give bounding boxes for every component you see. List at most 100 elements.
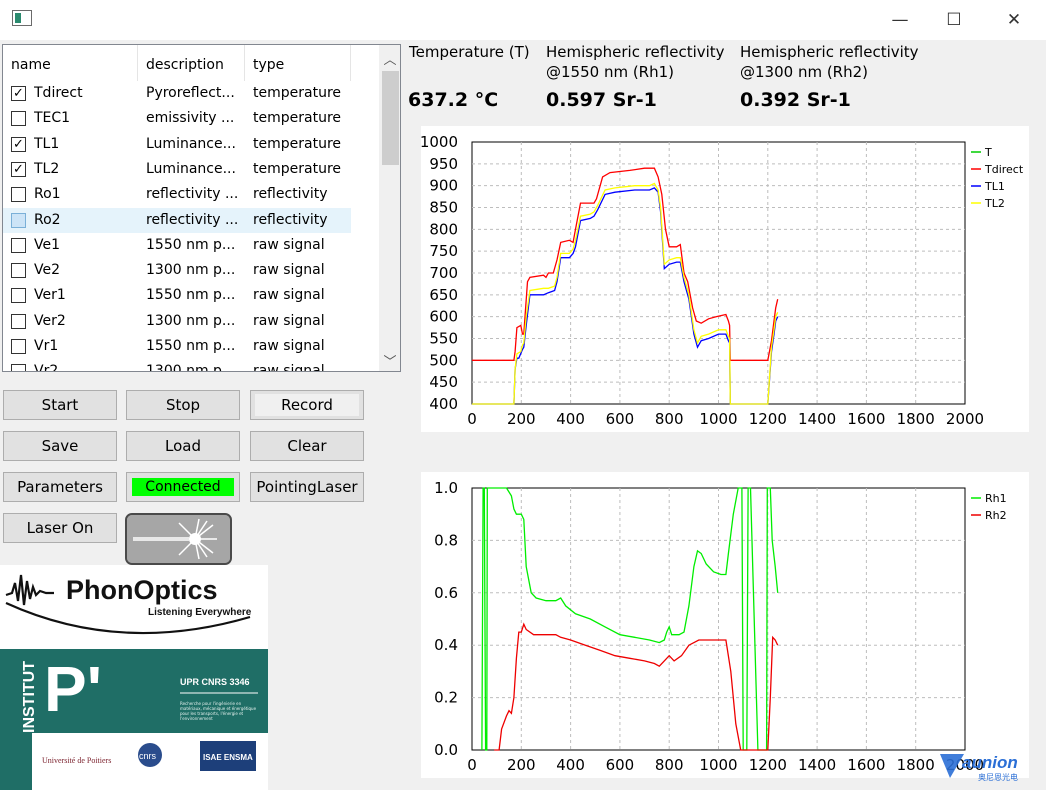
- visibility-checkbox[interactable]: [11, 111, 26, 127]
- visibility-checkbox[interactable]: [11, 187, 26, 203]
- scroll-thumb[interactable]: [382, 71, 399, 165]
- institut-letter: P': [44, 653, 102, 725]
- legend-label-rh1: Rh1: [985, 492, 1007, 505]
- temperature-chart-svg: 0 200 400 600 800 1000 1200 1400 1600 1800 2000 400…: [420, 133, 1024, 428]
- visibility-checkbox[interactable]: [11, 237, 26, 253]
- list-scrollbar[interactable]: ︿ ﹀: [379, 45, 400, 371]
- visibility-checkbox[interactable]: [11, 212, 26, 228]
- channel-list[interactable]: name description type ✓ Tdirect Pyroreflec…: [2, 44, 401, 372]
- item-type: raw signal: [253, 363, 325, 372]
- y-tick-label: 1.0: [434, 479, 458, 497]
- reflectivity-chart-svg: 0 200 400 600 800 1000 1200 1400 1600 1800 20000.0…: [434, 479, 1007, 774]
- y-tick-label: 1000: [421, 133, 458, 151]
- item-description: Pyroreflect...: [146, 85, 235, 101]
- x-tick-label: 1600: [847, 410, 885, 428]
- item-type: raw signal: [253, 262, 325, 279]
- item-type: temperature: [253, 85, 341, 101]
- load-button[interactable]: Load: [126, 431, 240, 461]
- list-item-ro2[interactable]: Ro2 reflectivity ... reflectivity: [3, 207, 379, 233]
- x-tick-label: 1800: [897, 756, 935, 774]
- visibility-checkbox[interactable]: [11, 263, 26, 279]
- record-button[interactable]: Record: [250, 390, 364, 420]
- clear-button[interactable]: Clear: [250, 431, 364, 461]
- x-tick-label: 1600: [847, 756, 885, 774]
- visibility-checkbox[interactable]: [11, 339, 26, 354]
- list-item-tl1[interactable]: ✓ TL1 Luminance... temperature: [3, 132, 379, 157]
- x-tick-label: 0: [467, 756, 477, 774]
- visibility-checkbox[interactable]: [11, 288, 26, 304]
- phonoptics-logo: PhonOptics Listening Everywhere: [0, 565, 268, 649]
- scroll-down-icon[interactable]: ﹀: [379, 351, 400, 371]
- list-item-vr2[interactable]: Vr2 1300 nm p... raw signal: [3, 359, 379, 372]
- x-tick-label: 800: [655, 410, 684, 428]
- y-tick-label: 700: [429, 264, 458, 282]
- item-description: 1550 nm p...: [146, 338, 236, 354]
- visibility-checkbox[interactable]: ✓: [11, 136, 26, 152]
- maximize-button[interactable]: ☐: [926, 0, 982, 40]
- title-bar: — ☐ ✕: [0, 0, 1046, 40]
- list-item-tdirect[interactable]: ✓ Tdirect Pyroreflect... temperature: [3, 81, 379, 106]
- rh2-sublabel: @1300 nm (Rh2): [740, 63, 869, 81]
- item-type: reflectivity: [253, 186, 328, 203]
- column-header-type[interactable]: type: [245, 45, 351, 81]
- reflectivity-chart: 0 200 400 600 800 1000 1200 1400 1600 1800 2000 0.0…: [421, 472, 1029, 778]
- list-item-ver2[interactable]: Ver2 1300 nm p... raw signal: [3, 309, 379, 334]
- institut-label: INSTITUT: [21, 661, 38, 733]
- list-item-ve2[interactable]: Ve2 1300 nm p... raw signal: [3, 258, 379, 283]
- item-type: reflectivity: [253, 211, 328, 228]
- list-item-ver1[interactable]: Ver1 1550 nm p... raw signal: [3, 283, 379, 308]
- save-button[interactable]: Save: [3, 431, 117, 461]
- x-tick-label: 200: [507, 756, 536, 774]
- item-description: 1300 nm p...: [146, 312, 236, 329]
- partner-poitiers: Université de Poitiers: [42, 756, 111, 765]
- item-name: TEC1: [34, 110, 71, 127]
- phonoptics-logo-graphic: PhonOptics Listening Everywhere: [5, 574, 252, 635]
- legend-label-t: T: [984, 146, 992, 159]
- list-item-tec1[interactable]: TEC1 emissivity ... temperature: [3, 106, 379, 131]
- item-description: 1550 nm p...: [146, 236, 236, 253]
- legend-label-tl2: TL2: [984, 197, 1005, 210]
- visibility-checkbox[interactable]: [11, 364, 26, 371]
- list-item-ve1[interactable]: Ve1 1550 nm p... raw signal: [3, 233, 379, 258]
- pointing-laser-button[interactable]: PointingLaser: [250, 472, 364, 502]
- visibility-checkbox[interactable]: ✓: [11, 86, 26, 101]
- institut-p-logo: INSTITUT P' UPR CNRS 3346 Université de …: [0, 649, 268, 790]
- connection-status-label: Connected: [132, 478, 234, 496]
- y-tick-label: 900: [429, 177, 458, 195]
- y-tick-label: 850: [429, 199, 458, 217]
- laser-indicator-image: [125, 513, 232, 565]
- laser-on-button[interactable]: Laser On: [3, 513, 117, 543]
- minimize-button[interactable]: —: [872, 0, 928, 40]
- stop-button[interactable]: Stop: [126, 390, 240, 420]
- list-item-vr1[interactable]: Vr1 1550 nm p... raw signal: [3, 334, 379, 359]
- parameters-button[interactable]: Parameters: [3, 472, 117, 502]
- x-tick-label: 800: [655, 756, 684, 774]
- x-tick-label: 600: [606, 756, 635, 774]
- y-tick-label: 0.4: [434, 636, 458, 654]
- x-tick-label: 1000: [699, 410, 737, 428]
- rh1-value: 0.597 Sr-1: [546, 89, 657, 111]
- scroll-up-icon[interactable]: ︿: [379, 49, 400, 69]
- start-button[interactable]: Start: [3, 390, 117, 420]
- column-header-name[interactable]: name: [3, 45, 138, 81]
- visibility-checkbox[interactable]: [11, 313, 26, 329]
- record-button-label: Record: [255, 394, 359, 416]
- y-tick-label: 450: [429, 373, 458, 391]
- column-header-description[interactable]: description: [138, 45, 245, 81]
- watermark-graphic: aunion 奥尼恩光电: [940, 753, 1018, 782]
- x-tick-label: 1400: [798, 756, 836, 774]
- legend-label-rh2: Rh2: [985, 509, 1007, 522]
- item-name: Ve1: [34, 236, 61, 253]
- y-tick-label: 950: [429, 155, 458, 173]
- list-item-tl2[interactable]: ✓ TL2 Luminance... temperature: [3, 157, 379, 182]
- visibility-checkbox[interactable]: ✓: [11, 161, 26, 177]
- item-type: raw signal: [253, 287, 325, 304]
- rh1-sublabel: @1550 nm (Rh1): [546, 63, 675, 81]
- list-item-ro1[interactable]: Ro1 reflectivity ... reflectivity: [3, 182, 379, 207]
- x-tick-label: 2000: [946, 410, 984, 428]
- x-tick-label: 600: [606, 410, 635, 428]
- x-tick-label: 1200: [749, 756, 787, 774]
- item-name: Vr2: [34, 363, 59, 372]
- close-button[interactable]: ✕: [986, 0, 1042, 40]
- item-description: 1300 nm p...: [146, 262, 236, 279]
